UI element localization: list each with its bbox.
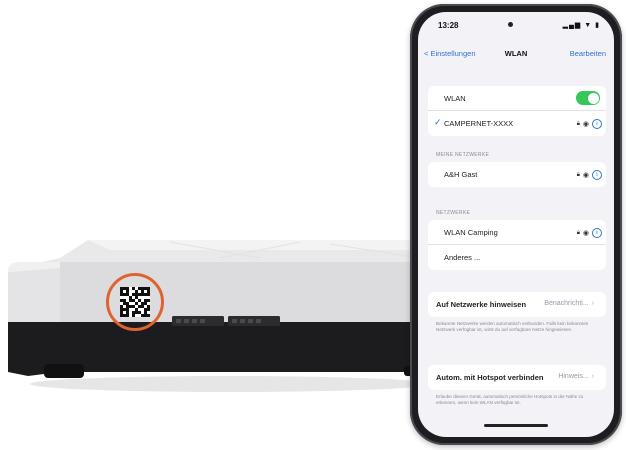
ask-to-join-value: Benachrichti... › [544, 300, 594, 307]
ask-to-join-footnote: Bekannte Netzwerke werden automatisch ve… [436, 321, 589, 332]
wlan-group: WLAN ✓ CAMPERNET-XXXX 🔒︎ ◉ i [428, 86, 606, 136]
connected-network-row[interactable]: ✓ CAMPERNET-XXXX 🔒︎ ◉ i [428, 111, 606, 136]
lock-icon: 🔒︎ [576, 120, 580, 127]
qr-code-icon [120, 287, 150, 317]
auto-hotspot-value: Hinweis... › [558, 373, 594, 380]
network-label: A&H Gast [444, 170, 478, 179]
my-networks-header: MEINE NETZWERKE [436, 152, 490, 158]
networks-group: WLAN Camping 🔒︎ ◉ i Anderes ... [428, 220, 606, 270]
ask-to-join-row[interactable]: Auf Netzwerke hinweisen Benachrichti... › [428, 292, 606, 317]
status-time: 13:28 [438, 21, 459, 30]
wlan-toggle-row: WLAN [428, 86, 606, 111]
my-networks-group: A&H Gast 🔒︎ ◉ i [428, 162, 606, 187]
other-network-row[interactable]: Anderes ... [428, 245, 606, 270]
chevron-right-icon: › [591, 373, 594, 380]
network-row[interactable]: WLAN Camping 🔒︎ ◉ i [428, 220, 606, 245]
status-bar: 13:28 ▂▄▆ ▼ ▮ [418, 12, 614, 34]
info-icon[interactable]: i [592, 228, 602, 238]
home-indicator[interactable] [484, 424, 548, 427]
ask-to-join-label: Auf Netzwerke hinweisen [436, 300, 527, 309]
auto-hotspot-row[interactable]: Autom. mit Hotspot verbinden Hinweis... › [428, 365, 606, 390]
auto-hotspot-label: Autom. mit Hotspot verbinden [436, 373, 544, 382]
back-button[interactable]: < Einstellungen [424, 49, 476, 58]
info-icon[interactable]: i [592, 119, 602, 129]
network-row[interactable]: A&H Gast 🔒︎ ◉ i [428, 162, 606, 187]
lock-icon: 🔒︎ [576, 171, 580, 178]
other-network-label: Anderes ... [444, 253, 481, 262]
auto-hotspot-group: Autom. mit Hotspot verbinden Hinweis... › [428, 365, 606, 390]
edit-button[interactable]: Bearbeiten [570, 49, 606, 58]
camera-dot-icon [508, 22, 513, 27]
lock-icon: 🔒︎ [576, 229, 580, 236]
wifi-icon: ◉ [582, 230, 589, 237]
qr-code-highlight [106, 273, 164, 331]
phone-frame: 13:28 ▂▄▆ ▼ ▮ WLAN < Einstellungen Bearb… [410, 4, 622, 445]
info-icon[interactable]: i [592, 170, 602, 180]
network-label: WLAN Camping [444, 228, 498, 237]
navigation-bar: WLAN < Einstellungen Bearbeiten [418, 46, 614, 62]
connected-network-label: CAMPERNET-XXXX [444, 119, 514, 128]
networks-header: NETZWERKE [436, 210, 471, 216]
ask-to-join-group: Auf Netzwerke hinweisen Benachrichti... › [428, 292, 606, 317]
status-icons: ▂▄▆ ▼ ▮ [562, 22, 600, 29]
wifi-icon: ◉ [582, 172, 589, 179]
phone-screen: 13:28 ▂▄▆ ▼ ▮ WLAN < Einstellungen Bearb… [418, 12, 614, 437]
wlan-toggle[interactable] [576, 91, 600, 105]
checkmark-icon: ✓ [434, 117, 442, 127]
chevron-right-icon: › [591, 300, 594, 307]
auto-hotspot-footnote: Erlaube diesem Gerät, automatisch persön… [436, 394, 584, 405]
wlan-label: WLAN [444, 94, 466, 103]
wifi-icon: ◉ [582, 121, 589, 128]
